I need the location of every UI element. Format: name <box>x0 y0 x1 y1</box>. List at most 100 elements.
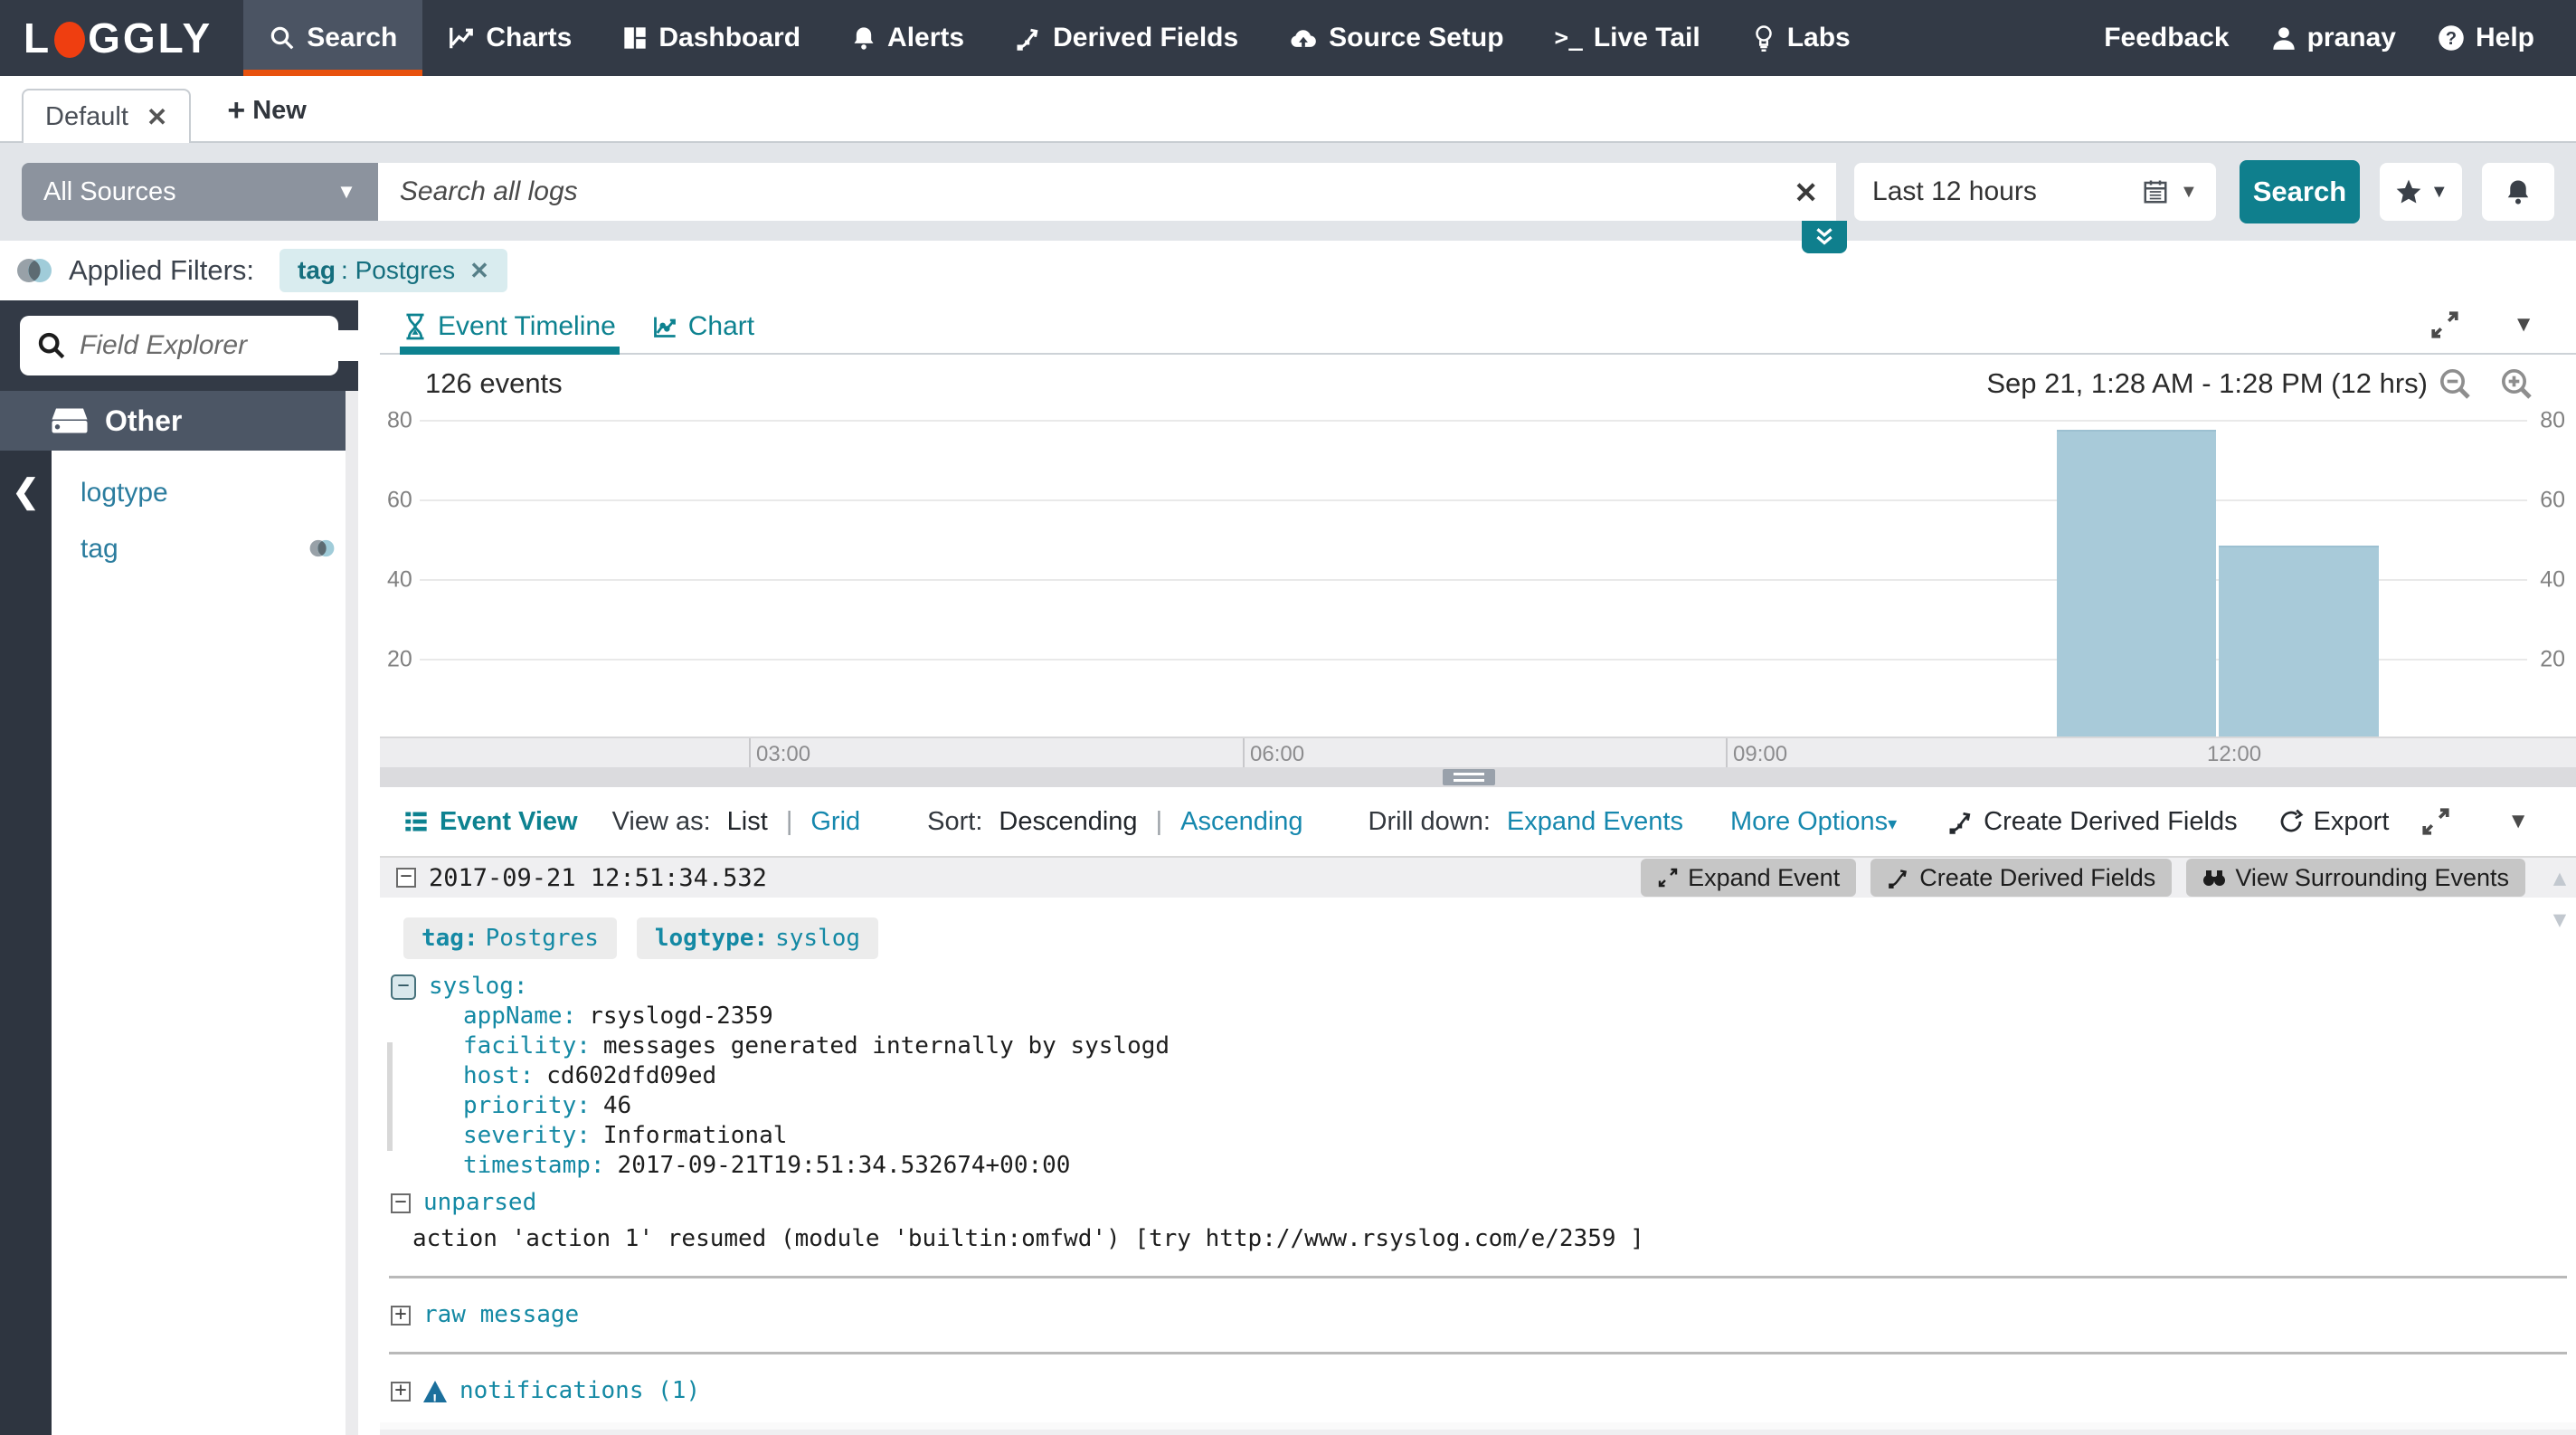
bell-icon <box>851 25 876 51</box>
export-button[interactable]: Export <box>2278 807 2389 837</box>
loggly-logo[interactable]: L GGLY <box>0 0 243 76</box>
group-key: syslog: <box>429 973 528 1000</box>
nav-label: Charts <box>486 23 573 52</box>
sidebar-group-label: Other <box>105 404 183 437</box>
nav-item-search[interactable]: Search <box>243 0 423 76</box>
nav-item-feedback[interactable]: Feedback <box>2089 23 2243 53</box>
sort-ascending[interactable]: Ascending <box>1180 807 1302 837</box>
nav-item-labs[interactable]: Labs <box>1726 0 1876 76</box>
applied-filters-row: Applied Filters: tag : Postgres ✕ <box>0 241 2576 300</box>
close-tab-icon[interactable]: ✕ <box>147 102 167 132</box>
raw-message-row[interactable]: raw message <box>391 1300 2576 1330</box>
event-action-buttons: Expand Event Create Derived Fields View … <box>1641 859 2525 897</box>
create-derived-fields-button[interactable]: Create Derived Fields <box>1870 859 2173 897</box>
nav-item-alerts[interactable]: Alerts <box>826 0 990 76</box>
search-icon <box>36 330 67 361</box>
chip-logtype[interactable]: logtype: syslog <box>636 917 879 959</box>
drill-expand-events[interactable]: Expand Events <box>1507 807 1683 837</box>
search-button[interactable]: Search <box>2239 160 2361 223</box>
nav-item-live-tail[interactable]: >_ Live Tail <box>1530 0 1726 76</box>
nav-item-source-setup[interactable]: Source Setup <box>1264 0 1529 76</box>
event-view-label: Event View <box>403 807 578 837</box>
expand-panel-icon[interactable] <box>2420 806 2451 837</box>
clear-search-icon[interactable]: ✕ <box>1794 176 1818 210</box>
filter-chip-tag-postgres[interactable]: tag : Postgres ✕ <box>279 249 507 292</box>
create-derived-fields-button[interactable]: Create Derived Fields <box>1947 807 2238 837</box>
collapse-group-icon[interactable] <box>391 1193 411 1213</box>
sidebar-scrollbar[interactable] <box>346 391 358 1435</box>
tab-default[interactable]: Default ✕ <box>22 89 192 143</box>
binoculars-icon <box>2202 868 2226 888</box>
sidebar-item-tag[interactable]: tag <box>80 534 118 565</box>
view-as-list[interactable]: List <box>727 807 768 837</box>
new-tab-button[interactable]: + New <box>227 93 307 141</box>
x-axis-strip: 03:00 06:00 09:00 12:00 <box>380 737 2576 767</box>
chip-key: logtype: <box>654 925 769 952</box>
field-row: priority: 46 <box>463 1091 2576 1121</box>
button-label: Create Derived Fields <box>1919 863 2156 891</box>
remove-filter-icon[interactable]: ✕ <box>469 257 489 285</box>
saved-searches-button[interactable]: ▼ <box>2380 163 2463 221</box>
group-key: raw message <box>423 1301 580 1328</box>
event-row-header[interactable]: 2017-09-21 12:51:34.532 action 'action 1… <box>380 1430 2576 1435</box>
sidebar-collapse-strip[interactable]: ❮ <box>0 451 52 1435</box>
histogram-bar-1[interactable] <box>2057 430 2216 737</box>
expand-group-icon[interactable] <box>391 1381 411 1402</box>
expand-panel-icon[interactable] <box>2429 309 2460 340</box>
view-as-label: View as: <box>611 806 711 836</box>
search-input[interactable] <box>377 163 1837 221</box>
sidebar-item-logtype[interactable]: logtype <box>80 478 168 508</box>
nav-item-derived-fields[interactable]: Derived Fields <box>990 0 1264 76</box>
nav-item-charts[interactable]: Charts <box>422 0 597 76</box>
venn-filter-icon[interactable] <box>308 537 336 559</box>
chip-tag[interactable]: tag: Postgres <box>403 917 617 959</box>
sources-dropdown[interactable]: All Sources ▼ <box>22 163 378 221</box>
plus-icon: + <box>227 93 246 128</box>
tab-event-timeline[interactable]: Event Timeline <box>400 300 620 355</box>
collapse-group-icon[interactable] <box>391 974 416 1000</box>
event-timeline-chart[interactable]: 80 60 40 20 80 60 40 20 <box>380 408 2576 737</box>
logo-text-right: GGLY <box>88 14 213 62</box>
sort-descending[interactable]: Descending <box>999 807 1137 837</box>
expand-event-button[interactable]: Expand Event <box>1641 859 1857 897</box>
scroll-down-icon[interactable]: ▼ <box>2553 907 2566 932</box>
nav-item-dashboard[interactable]: Dashboard <box>597 0 826 76</box>
view-as-grid[interactable]: Grid <box>810 807 860 837</box>
alerts-bell-button[interactable] <box>2482 163 2554 221</box>
nav-label: Source Setup <box>1329 23 1504 52</box>
scroll-up-icon[interactable]: ▲ <box>2553 865 2566 890</box>
notifications-row[interactable]: notifications (1) <box>391 1376 2576 1415</box>
nav-label: Alerts <box>887 23 965 52</box>
collapse-event-icon[interactable] <box>396 868 416 888</box>
field-key: appName: <box>463 1003 577 1030</box>
more-options-button[interactable]: More Options▾ <box>1730 807 1897 837</box>
collapse-panel-caret-icon[interactable]: ▼ <box>2513 312 2534 337</box>
nav-label: Labs <box>1786 23 1851 52</box>
chip-value: Postgres <box>485 925 599 952</box>
zoom-in-icon[interactable] <box>2498 366 2534 402</box>
histogram-bar-2[interactable] <box>2219 546 2379 737</box>
event-list-scrollbar[interactable]: ▲ ▼ <box>2551 865 2569 932</box>
nav-item-user[interactable]: pranay <box>2257 23 2410 53</box>
hourglass-icon <box>403 313 427 340</box>
tab-label: Event Timeline <box>438 311 616 341</box>
unparsed-group-row[interactable]: unparsed <box>391 1188 2576 1218</box>
derived-fields-icon <box>1015 24 1042 52</box>
row-gap <box>380 1422 2576 1430</box>
event-row-header[interactable]: 2017-09-21 12:51:34.532 Expand Event Cre… <box>380 858 2576 898</box>
collapse-panel-caret-icon[interactable]: ▼ <box>2507 809 2529 834</box>
syslog-group-row[interactable]: syslog: <box>391 972 2576 1002</box>
tab-chart[interactable]: Chart <box>652 300 754 353</box>
sidebar-group-other[interactable]: Other <box>0 391 358 451</box>
expand-group-icon[interactable] <box>391 1305 411 1326</box>
field-value: Informational <box>602 1122 788 1149</box>
nav-item-help[interactable]: ? Help <box>2423 23 2549 53</box>
nav-label: Feedback <box>2104 23 2230 52</box>
scrollbar-handle[interactable] <box>1443 769 1495 785</box>
timeline-horizontal-scrollbar[interactable] <box>380 767 2576 787</box>
chevron-down-icon: ▼ <box>336 180 356 203</box>
time-range-picker[interactable]: Last 12 hours ▼ <box>1854 163 2216 221</box>
expand-search-chevrons[interactable] <box>1802 221 1847 253</box>
zoom-out-icon[interactable] <box>2437 366 2473 402</box>
view-surrounding-events-button[interactable]: View Surrounding Events <box>2186 859 2525 897</box>
